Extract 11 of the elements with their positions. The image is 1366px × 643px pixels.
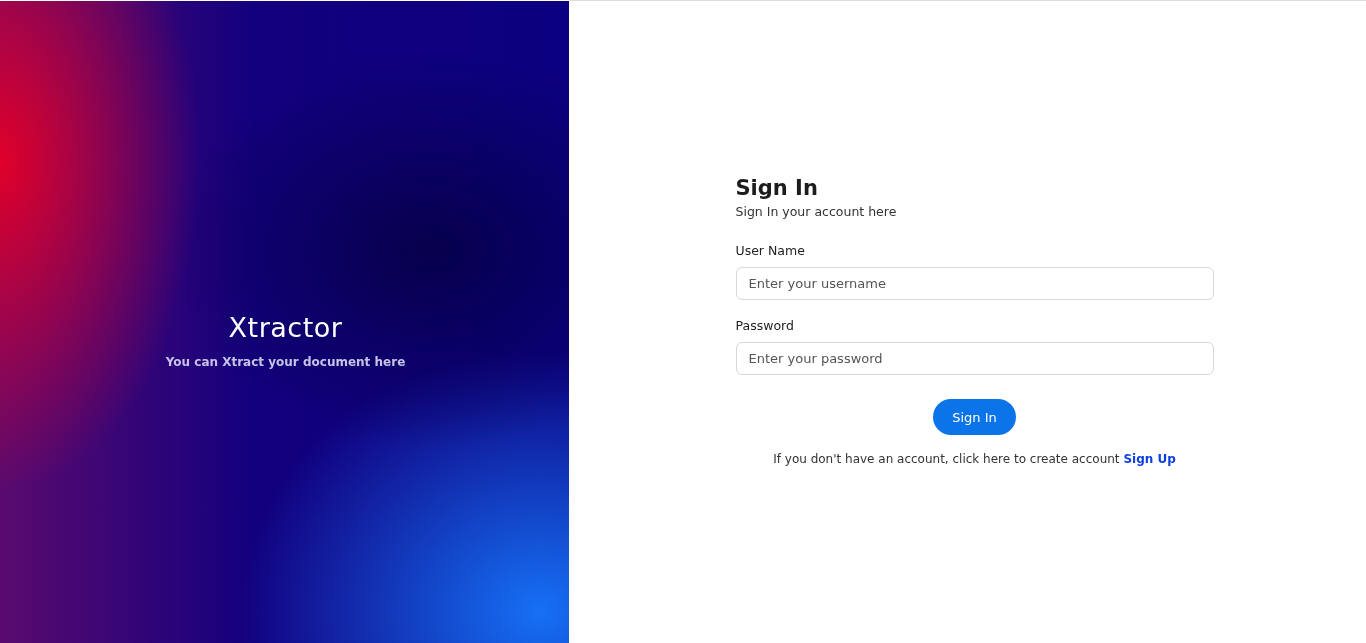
sign-in-button[interactable]: Sign In bbox=[933, 399, 1016, 435]
sign-up-link[interactable]: Sign Up bbox=[1123, 452, 1176, 466]
form-title: Sign In bbox=[735, 176, 819, 200]
field-label: Password bbox=[735, 318, 795, 333]
form-subtitle: Sign In your account here bbox=[735, 204, 898, 219]
logo: Xtractor bbox=[228, 311, 343, 343]
tagline: You can Xtract your document here bbox=[165, 354, 406, 369]
password-field[interactable]: Enter your password bbox=[735, 342, 1214, 375]
signup-prompt: If you don't have an account, click here to create account bbox=[773, 452, 1120, 466]
username-field[interactable]: Enter your username bbox=[735, 267, 1214, 300]
field-label: User Name bbox=[735, 243, 806, 258]
